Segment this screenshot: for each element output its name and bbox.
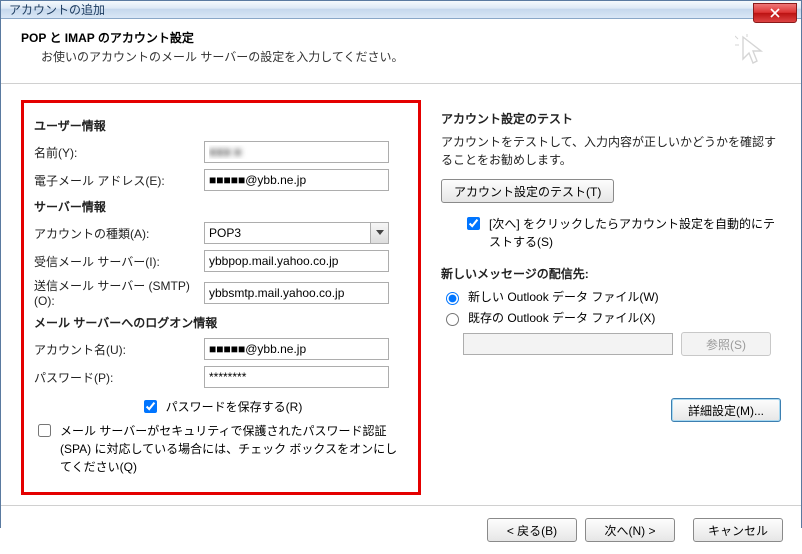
- autotest-label: [次へ] をクリックしたらアカウント設定を自動的にテストする(S): [489, 215, 781, 251]
- test-description: アカウントをテストして、入力内容が正しいかどうかを確認することをお勧めします。: [441, 133, 781, 169]
- test-heading: アカウント設定のテスト: [441, 110, 781, 127]
- window-title: アカウントの追加: [9, 1, 105, 18]
- autotest-checkbox[interactable]: [467, 217, 480, 230]
- footer: < 戻る(B) 次へ(N) > キャンセル: [1, 505, 801, 554]
- titlebar: アカウントの追加: [1, 1, 801, 19]
- close-icon: [770, 8, 780, 18]
- name-input[interactable]: [204, 141, 389, 163]
- new-file-label: 新しい Outlook データ ファイル(W): [468, 288, 659, 305]
- header: POP と IMAP のアカウント設定 お使いのアカウントのメール サーバーの設…: [1, 19, 801, 84]
- incoming-server-label: 受信メール サーバー(I):: [34, 253, 204, 270]
- header-text: POP と IMAP のアカウント設定 お使いのアカウントのメール サーバーの設…: [21, 29, 404, 69]
- cursor-icon: [735, 33, 771, 69]
- existing-file-radio[interactable]: [446, 313, 459, 326]
- highlighted-panel: ユーザー情報 名前(Y): 電子メール アドレス(E): サーバー情報 アカウン…: [21, 100, 421, 495]
- remember-password-label: パスワードを保存する(R): [166, 398, 303, 415]
- account-type-label: アカウントの種類(A):: [34, 225, 204, 242]
- body: ユーザー情報 名前(Y): 電子メール アドレス(E): サーバー情報 アカウン…: [1, 84, 801, 505]
- remember-password-checkbox[interactable]: [144, 400, 157, 413]
- account-type-combo[interactable]: POP3: [204, 222, 389, 244]
- back-button[interactable]: < 戻る(B): [487, 518, 577, 542]
- server-info-heading: サーバー情報: [34, 198, 408, 215]
- logon-info-heading: メール サーバーへのログオン情報: [34, 314, 408, 331]
- existing-file-label: 既存の Outlook データ ファイル(X): [468, 309, 655, 326]
- browse-button: 参照(S): [681, 332, 771, 356]
- header-subtitle: お使いのアカウントのメール サーバーの設定を入力してください。: [41, 48, 404, 65]
- dialog-window: アカウントの追加 POP と IMAP のアカウント設定 お使いのアカウントのメ…: [0, 0, 802, 528]
- delivery-heading: 新しいメッセージの配信先:: [441, 265, 781, 282]
- cancel-button[interactable]: キャンセル: [693, 518, 783, 542]
- password-label: パスワード(P):: [34, 369, 204, 386]
- account-name-label: アカウント名(U):: [34, 341, 204, 358]
- header-title: POP と IMAP のアカウント設定: [21, 29, 404, 46]
- password-input[interactable]: [204, 366, 389, 388]
- test-account-button[interactable]: アカウント設定のテスト(T): [441, 179, 614, 203]
- existing-file-path-input: [463, 333, 673, 355]
- spa-checkbox[interactable]: [38, 424, 51, 437]
- name-label: 名前(Y):: [34, 144, 204, 161]
- incoming-server-input[interactable]: [204, 250, 389, 272]
- spa-label: メール サーバーがセキュリティで保護されたパスワード認証 (SPA) に対応して…: [60, 422, 408, 476]
- outgoing-server-input[interactable]: [204, 282, 389, 304]
- next-button[interactable]: 次へ(N) >: [585, 518, 675, 542]
- right-panel: アカウント設定のテスト アカウントをテストして、入力内容が正しいかどうかを確認す…: [441, 100, 781, 495]
- user-info-heading: ユーザー情報: [34, 117, 408, 134]
- account-type-value: POP3: [209, 226, 370, 240]
- advanced-settings-button[interactable]: 詳細設定(M)...: [671, 398, 781, 422]
- new-file-radio[interactable]: [446, 292, 459, 305]
- email-label: 電子メール アドレス(E):: [34, 172, 204, 189]
- chevron-down-icon: [370, 223, 388, 243]
- email-input[interactable]: [204, 169, 389, 191]
- close-button[interactable]: [753, 3, 797, 23]
- account-name-input[interactable]: [204, 338, 389, 360]
- outgoing-server-label: 送信メール サーバー (SMTP)(O):: [34, 277, 204, 308]
